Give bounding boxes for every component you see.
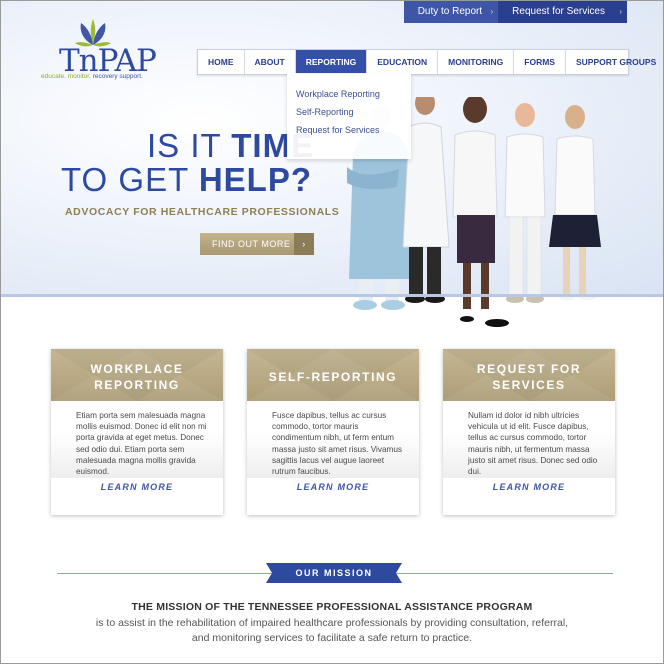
nav-item-monitoring[interactable]: MONITORING [438,50,515,74]
card-header: REQUEST FOR SERVICES [443,349,615,401]
headline-light: TO GET [61,161,199,198]
card-self-reporting: SELF-REPORTING Fusce dapibus, tellus ac … [247,349,419,515]
mission-title: THE MISSION OF THE TENNESSEE PROFESSIONA… [131,601,533,613]
nav-item-forms[interactable]: FORMS [514,50,566,74]
card-title-line2: SERVICES [492,378,566,392]
male-nurse-figure [504,103,546,303]
dropdown-item-request-for-services[interactable]: Request for Services [287,121,411,139]
card-workplace-reporting: WORKPLACE REPORTING Etiam porta sem male… [51,349,223,515]
dropdown-item-workplace-reporting[interactable]: Workplace Reporting [287,85,411,103]
nav-item-home[interactable]: HOME [198,50,245,74]
page-frame: Duty to Report › Request for Services › … [0,0,664,664]
tagline-green: educate. monitor. [41,73,91,80]
mission-line-2: and monitoring services to facilitate a … [191,632,473,644]
card-title-line1: REQUEST FOR [476,362,582,376]
card-header: WORKPLACE REPORTING [51,349,223,401]
reporting-dropdown-menu: Workplace Reporting Self-Reporting Reque… [287,73,411,159]
hero-section: Duty to Report › Request for Services › … [1,1,663,327]
chevron-right-icon: › [490,7,494,16]
top-utility-bar: Duty to Report › Request for Services › [403,1,627,23]
learn-more-link[interactable]: LEARN MORE [443,482,615,492]
card-title-line1: WORKPLACE [90,362,184,376]
duty-to-report-label: Duty to Report [417,6,483,17]
learn-more-link[interactable]: LEARN MORE [247,482,419,492]
card-title-line1: SELF-REPORTING [268,370,398,384]
mission-banner: OUR MISSION [266,563,402,583]
mission-text: is to assist in the rehabilitation of im… [1,616,663,646]
card-request-for-services: REQUEST FOR SERVICES Nullam id dolor id … [443,349,615,515]
headline-light: IS IT [147,127,232,164]
nav-item-support-groups[interactable]: SUPPORT GROUPS [566,50,663,74]
headline-bold: HELP? [198,161,312,198]
request-for-services-label: Request for Services [512,6,605,17]
nurse-figure [452,97,509,327]
tagline-blue: recovery support. [92,73,143,80]
hero-headline-line2: TO GET HELP? [61,161,312,199]
duty-to-report-button[interactable]: Duty to Report › [403,1,499,23]
card-body-text: Fusce dapibus, tellus ac cursus commodo,… [247,401,419,478]
mission-line-1: is to assist in the rehabilitation of im… [95,617,569,629]
nav-item-about[interactable]: ABOUT [245,50,296,74]
mission-banner-label: OUR MISSION [295,568,373,578]
nav-item-reporting[interactable]: REPORTING [295,50,368,74]
card-body-text: Etiam porta sem malesuada magna mollis e… [51,401,223,478]
logo-tagline: educate. monitor. recovery support. [41,73,143,80]
learn-more-link[interactable]: LEARN MORE [51,482,223,492]
female-nurse-figure [549,105,601,300]
card-title-line2: REPORTING [94,378,180,392]
dropdown-item-self-reporting[interactable]: Self-Reporting [287,103,411,121]
card-header: SELF-REPORTING [247,349,419,401]
site-logo[interactable]: TnPAP educate. monitor. recovery support… [39,17,179,87]
nav-item-education[interactable]: EDUCATION [367,50,439,74]
find-out-more-label: FIND OUT MORE [212,239,291,249]
chevron-right-icon: › [619,7,622,16]
card-body-text: Nullam id dolor id nibh ultricies vehicu… [443,401,615,478]
find-out-more-button[interactable]: FIND OUT MORE › [200,233,314,255]
request-for-services-button[interactable]: Request for Services › [498,1,627,23]
main-nav: HOME ABOUT REPORTING EDUCATION MONITORIN… [197,49,656,75]
chevron-right-icon: › [294,233,314,255]
hero-subtitle: ADVOCACY FOR HEALTHCARE PROFESSIONALS [65,206,340,218]
